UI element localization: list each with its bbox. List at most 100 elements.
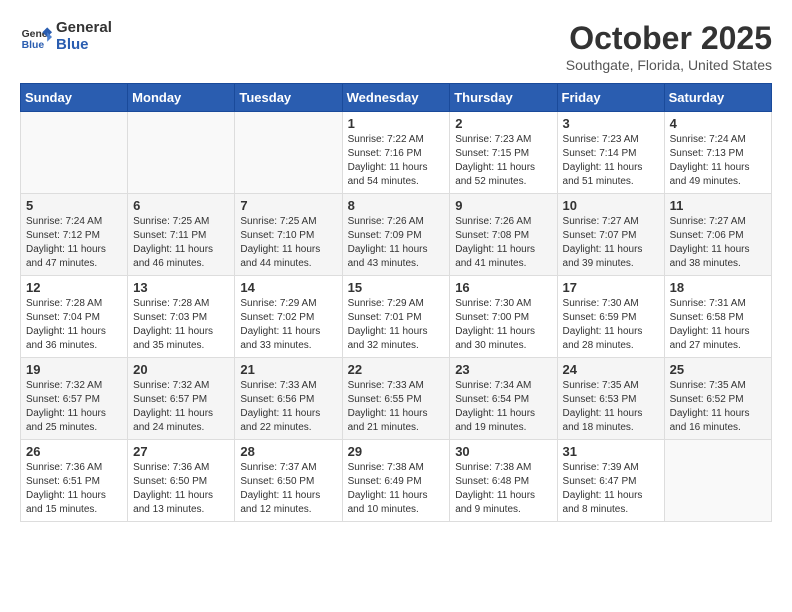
day-info: Sunrise: 7:23 AM Sunset: 7:15 PM Dayligh… [455, 133, 551, 189]
day-info: Sunrise: 7:25 AM Sunset: 7:11 PM Dayligh… [133, 215, 229, 271]
calendar-cell [128, 112, 235, 194]
day-number: 5 [26, 198, 122, 213]
day-info: Sunrise: 7:28 AM Sunset: 7:04 PM Dayligh… [26, 297, 122, 353]
calendar-cell: 4 Sunrise: 7:24 AM Sunset: 7:13 PM Daylig… [664, 112, 771, 194]
day-info: Sunrise: 7:27 AM Sunset: 7:06 PM Dayligh… [670, 215, 766, 271]
day-info: Sunrise: 7:22 AM Sunset: 7:16 PM Dayligh… [348, 133, 445, 189]
day-info: Sunrise: 7:27 AM Sunset: 7:07 PM Dayligh… [563, 215, 659, 271]
calendar-cell: 19 Sunrise: 7:32 AM Sunset: 6:57 PM Dayli… [21, 358, 128, 440]
day-number: 19 [26, 362, 122, 377]
calendar-cell: 6 Sunrise: 7:25 AM Sunset: 7:11 PM Daylig… [128, 194, 235, 276]
day-number: 15 [348, 280, 445, 295]
day-number: 12 [26, 280, 122, 295]
day-info: Sunrise: 7:30 AM Sunset: 6:59 PM Dayligh… [563, 297, 659, 353]
day-info: Sunrise: 7:37 AM Sunset: 6:50 PM Dayligh… [240, 461, 336, 517]
calendar-cell: 29 Sunrise: 7:38 AM Sunset: 6:49 PM Dayli… [342, 440, 450, 522]
day-number: 10 [563, 198, 659, 213]
calendar-cell: 26 Sunrise: 7:36 AM Sunset: 6:51 PM Dayli… [21, 440, 128, 522]
day-info: Sunrise: 7:34 AM Sunset: 6:54 PM Dayligh… [455, 379, 551, 435]
day-number: 20 [133, 362, 229, 377]
day-info: Sunrise: 7:26 AM Sunset: 7:08 PM Dayligh… [455, 215, 551, 271]
svg-text:Blue: Blue [22, 40, 45, 51]
day-number: 7 [240, 198, 336, 213]
day-info: Sunrise: 7:31 AM Sunset: 6:58 PM Dayligh… [670, 297, 766, 353]
calendar-cell: 15 Sunrise: 7:29 AM Sunset: 7:01 PM Dayli… [342, 276, 450, 358]
calendar-cell: 7 Sunrise: 7:25 AM Sunset: 7:10 PM Daylig… [235, 194, 342, 276]
day-number: 26 [26, 444, 122, 459]
calendar-cell: 20 Sunrise: 7:32 AM Sunset: 6:57 PM Dayli… [128, 358, 235, 440]
calendar-cell: 31Sunrise: 7:39 AM Sunset: 6:47 PM Dayli… [557, 440, 664, 522]
day-info: Sunrise: 7:30 AM Sunset: 7:00 PM Dayligh… [455, 297, 551, 353]
day-number: 29 [348, 444, 445, 459]
day-info: Sunrise: 7:29 AM Sunset: 7:01 PM Dayligh… [348, 297, 445, 353]
day-info: Sunrise: 7:23 AM Sunset: 7:14 PM Dayligh… [563, 133, 659, 189]
calendar-cell [21, 112, 128, 194]
day-header-sunday: Sunday [21, 84, 128, 112]
day-number: 9 [455, 198, 551, 213]
calendar-cell: 12 Sunrise: 7:28 AM Sunset: 7:04 PM Dayli… [21, 276, 128, 358]
day-info: Sunrise: 7:33 AM Sunset: 6:55 PM Dayligh… [348, 379, 445, 435]
calendar-cell: 21Sunrise: 7:33 AM Sunset: 6:56 PM Dayli… [235, 358, 342, 440]
calendar-cell [664, 440, 771, 522]
day-number: 23 [455, 362, 551, 377]
calendar-cell: 28 Sunrise: 7:37 AM Sunset: 6:50 PM Dayli… [235, 440, 342, 522]
calendar-cell: 24Sunrise: 7:35 AM Sunset: 6:53 PM Dayli… [557, 358, 664, 440]
day-number: 2 [455, 116, 551, 131]
day-number: 14 [240, 280, 336, 295]
calendar-cell: 14 Sunrise: 7:29 AM Sunset: 7:02 PM Dayli… [235, 276, 342, 358]
logo-text-general: General [56, 20, 112, 37]
day-number: 1 [348, 116, 445, 131]
day-number: 21 [240, 362, 336, 377]
calendar-cell: 18 Sunrise: 7:31 AM Sunset: 6:58 PM Dayli… [664, 276, 771, 358]
day-number: 24 [563, 362, 659, 377]
day-number: 17 [563, 280, 659, 295]
day-info: Sunrise: 7:24 AM Sunset: 7:13 PM Dayligh… [670, 133, 766, 189]
day-info: Sunrise: 7:35 AM Sunset: 6:52 PM Dayligh… [670, 379, 766, 435]
day-number: 16 [455, 280, 551, 295]
day-number: 4 [670, 116, 766, 131]
calendar-cell: 13 Sunrise: 7:28 AM Sunset: 7:03 PM Dayli… [128, 276, 235, 358]
calendar-cell: 8Sunrise: 7:26 AM Sunset: 7:09 PM Daylig… [342, 194, 450, 276]
calendar-cell: 23 Sunrise: 7:34 AM Sunset: 6:54 PM Dayli… [450, 358, 557, 440]
day-number: 6 [133, 198, 229, 213]
logo-text-blue: Blue [56, 37, 112, 54]
calendar-cell: 11 Sunrise: 7:27 AM Sunset: 7:06 PM Dayli… [664, 194, 771, 276]
day-number: 28 [240, 444, 336, 459]
location-subtitle: Southgate, Florida, United States [566, 57, 772, 73]
day-info: Sunrise: 7:29 AM Sunset: 7:02 PM Dayligh… [240, 297, 336, 353]
day-info: Sunrise: 7:36 AM Sunset: 6:51 PM Dayligh… [26, 461, 122, 517]
logo-icon: General Blue [20, 21, 52, 53]
day-number: 13 [133, 280, 229, 295]
day-header-saturday: Saturday [664, 84, 771, 112]
calendar-cell: 2 Sunrise: 7:23 AM Sunset: 7:15 PM Daylig… [450, 112, 557, 194]
day-info: Sunrise: 7:28 AM Sunset: 7:03 PM Dayligh… [133, 297, 229, 353]
calendar-table: SundayMondayTuesdayWednesdayThursdayFrid… [20, 83, 772, 522]
day-number: 3 [563, 116, 659, 131]
calendar-cell: 16 Sunrise: 7:30 AM Sunset: 7:00 PM Dayli… [450, 276, 557, 358]
calendar-cell: 5Sunrise: 7:24 AM Sunset: 7:12 PM Daylig… [21, 194, 128, 276]
day-number: 11 [670, 198, 766, 213]
day-number: 22 [348, 362, 445, 377]
day-info: Sunrise: 7:39 AM Sunset: 6:47 PM Dayligh… [563, 461, 659, 517]
day-number: 30 [455, 444, 551, 459]
day-number: 18 [670, 280, 766, 295]
day-header-tuesday: Tuesday [235, 84, 342, 112]
calendar-cell: 1 Sunrise: 7:22 AM Sunset: 7:16 PM Daylig… [342, 112, 450, 194]
day-header-wednesday: Wednesday [342, 84, 450, 112]
title-block: October 2025 Southgate, Florida, United … [566, 20, 772, 73]
day-number: 25 [670, 362, 766, 377]
logo: General Blue General Blue [20, 20, 112, 53]
day-info: Sunrise: 7:38 AM Sunset: 6:49 PM Dayligh… [348, 461, 445, 517]
month-title: October 2025 [566, 20, 772, 57]
calendar-cell [235, 112, 342, 194]
day-info: Sunrise: 7:38 AM Sunset: 6:48 PM Dayligh… [455, 461, 551, 517]
day-info: Sunrise: 7:36 AM Sunset: 6:50 PM Dayligh… [133, 461, 229, 517]
day-number: 27 [133, 444, 229, 459]
calendar-cell: 27 Sunrise: 7:36 AM Sunset: 6:50 PM Dayli… [128, 440, 235, 522]
day-info: Sunrise: 7:32 AM Sunset: 6:57 PM Dayligh… [133, 379, 229, 435]
calendar-cell: 17 Sunrise: 7:30 AM Sunset: 6:59 PM Dayli… [557, 276, 664, 358]
day-header-friday: Friday [557, 84, 664, 112]
day-info: Sunrise: 7:32 AM Sunset: 6:57 PM Dayligh… [26, 379, 122, 435]
calendar-cell: 3 Sunrise: 7:23 AM Sunset: 7:14 PM Daylig… [557, 112, 664, 194]
day-info: Sunrise: 7:25 AM Sunset: 7:10 PM Dayligh… [240, 215, 336, 271]
